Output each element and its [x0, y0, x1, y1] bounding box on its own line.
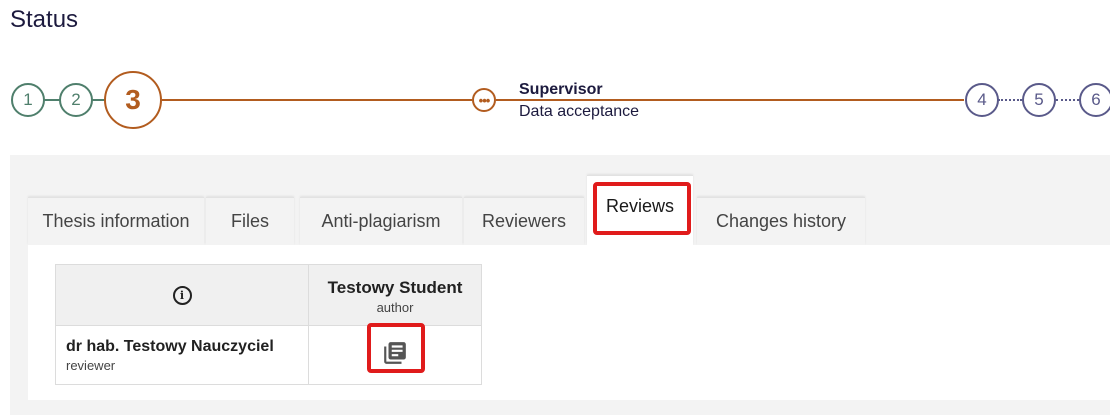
reviewer-role: reviewer: [66, 357, 116, 373]
table-header-info: i: [55, 264, 309, 326]
page-title: Status: [10, 6, 79, 33]
stepper-connector: [44, 99, 60, 101]
step-4[interactable]: 4: [965, 83, 999, 117]
tab-reviewers[interactable]: Reviewers: [464, 197, 584, 245]
stepper-connector: [162, 99, 472, 101]
status-stepper: 1 2 3 ••• Supervisor Data acceptance 4 5…: [0, 70, 1110, 132]
student-name: Testowy Student: [327, 277, 463, 297]
tab-files[interactable]: Files: [206, 197, 294, 245]
reviewer-cell: dr hab. Testowy Nauczyciel reviewer: [55, 325, 309, 385]
highlight-box: [367, 323, 425, 373]
tab-anti-plagiarism[interactable]: Anti-plagiarism: [300, 197, 462, 245]
tab-changes-history[interactable]: Changes history: [697, 197, 865, 245]
info-icon[interactable]: i: [172, 285, 192, 305]
reviews-content: i Testowy Student author dr hab. Testowy…: [28, 245, 1110, 400]
stepper-connector: [1056, 99, 1079, 101]
step-3-current[interactable]: 3: [104, 71, 162, 129]
tab-thesis-information[interactable]: Thesis information: [28, 197, 204, 245]
substep-role: Supervisor: [519, 81, 603, 98]
highlight-box: [593, 182, 691, 235]
student-role: author: [376, 299, 414, 315]
substep-description: Data acceptance: [519, 103, 640, 120]
reviewer-name: dr hab. Testowy Nauczyciel: [66, 337, 274, 355]
stepper-connector: [998, 99, 1022, 101]
current-substep-label: Supervisor Data acceptance: [519, 79, 639, 123]
step-6[interactable]: 6: [1079, 83, 1110, 117]
step-1[interactable]: 1: [11, 83, 45, 117]
step-2[interactable]: 2: [59, 83, 93, 117]
more-horiz-icon: •••: [472, 88, 496, 112]
table-header-student: Testowy Student author: [308, 264, 482, 326]
step-5[interactable]: 5: [1022, 83, 1056, 117]
details-panel: Thesis information Files Anti-plagiarism…: [10, 155, 1110, 415]
